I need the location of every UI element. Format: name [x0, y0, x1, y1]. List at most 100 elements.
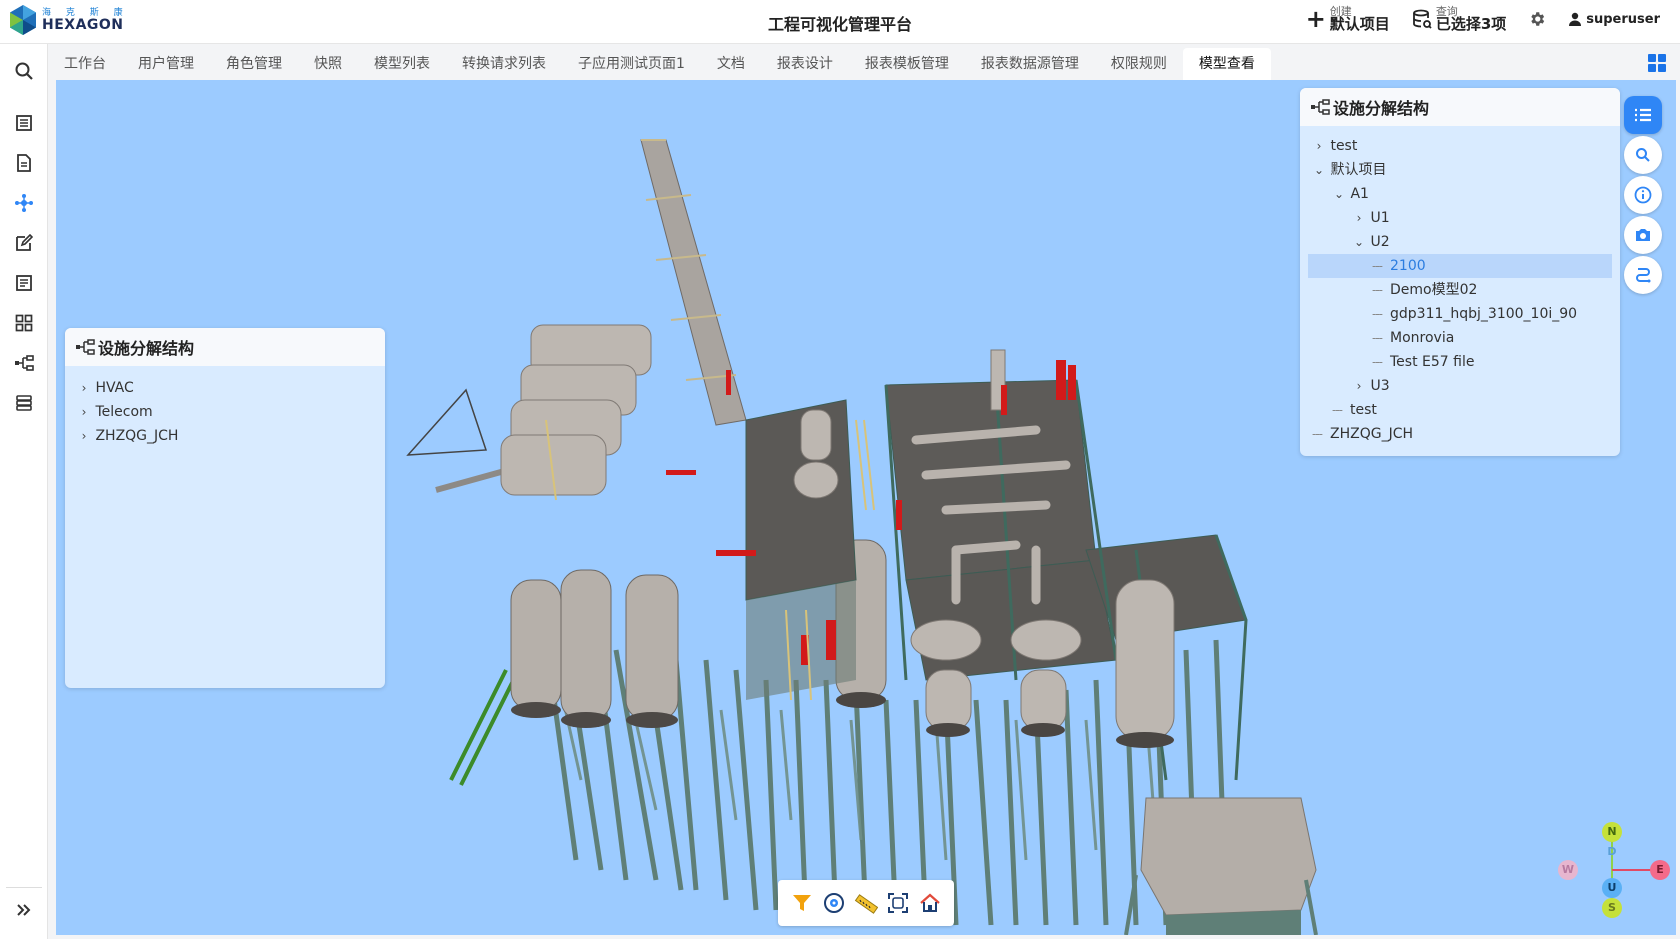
tab-report-templates[interactable]: 报表模板管理 [849, 48, 965, 80]
tree-node-default-project[interactable]: ⌄ 默认项目 [1308, 158, 1612, 182]
compass-east[interactable]: E [1650, 860, 1670, 880]
hexagon-logo-mark [8, 4, 38, 36]
right-fbs-panel: 设施分解结构 › test ⌄ 默认项目 ⌄ A1 › U1 ⌄ U2 --- 2… [1300, 88, 1620, 456]
tree-panel-button[interactable] [1624, 96, 1662, 134]
compass-up[interactable]: U [1602, 878, 1622, 898]
compass-north[interactable]: N [1602, 822, 1622, 842]
list-icon [1635, 108, 1651, 122]
tree-node-test-e57[interactable]: --- Test E57 file [1308, 350, 1612, 374]
chevron-down-icon[interactable]: ⌄ [1332, 182, 1346, 206]
user-icon [1569, 13, 1582, 27]
tab-user-management[interactable]: 用户管理 [122, 48, 210, 80]
database-icon[interactable] [12, 391, 36, 415]
tab-conversion-requests[interactable]: 转换请求列表 [446, 48, 562, 80]
search-button[interactable] [1624, 136, 1662, 174]
route-button[interactable] [1624, 256, 1662, 294]
tab-workbench[interactable]: 工作台 [48, 48, 122, 80]
chevron-down-icon[interactable]: ⌄ [1352, 230, 1366, 254]
sidebar [0, 44, 48, 939]
tree-node-zhzqg[interactable]: --- ZHZQG_JCH [1308, 422, 1612, 446]
viewer-toolbar [778, 880, 954, 926]
camera-icon [1636, 229, 1650, 241]
tree-node-zhzqg[interactable]: › ZHZQG_JCH [77, 424, 385, 448]
tree-node-telecom[interactable]: › Telecom [77, 400, 385, 424]
tab-model-list[interactable]: 模型列表 [358, 48, 446, 80]
compass-down[interactable]: D [1602, 842, 1622, 862]
plus-icon: + [1305, 5, 1326, 34]
user-name: superuser [1586, 11, 1660, 27]
visibility-button[interactable] [821, 890, 847, 916]
chevron-right-icon[interactable]: › [1312, 134, 1326, 158]
chevron-right-icon[interactable]: › [1352, 206, 1366, 230]
tree-node-demo02[interactable]: --- Demo模型02 [1308, 278, 1612, 302]
left-panel-title: 设施分解结构 [98, 339, 195, 358]
tree-node-gdp311[interactable]: --- gdp311_hqbj_3100_10i_90 [1308, 302, 1612, 326]
create-project-button[interactable]: + 创建 默认项目 [1306, 6, 1390, 33]
list-icon[interactable] [12, 111, 36, 135]
right-panel-title: 设施分解结构 [1333, 99, 1430, 118]
search-icon [1636, 148, 1650, 162]
tree-node-u1[interactable]: › U1 [1308, 206, 1612, 230]
compass-south[interactable]: S [1602, 898, 1622, 918]
apps-icon[interactable] [12, 311, 36, 335]
user-menu[interactable]: superuser [1568, 12, 1660, 27]
info-icon [1634, 186, 1652, 204]
tab-model-viewer[interactable]: 模型查看 [1182, 48, 1271, 80]
hexagon-logo[interactable]: 海 克 斯 康 HEXAGON [8, 4, 129, 36]
report-icon[interactable] [12, 271, 36, 295]
model-3d-viewport[interactable]: 设施分解结构 › HVAC › Telecom › ZHZQG_JCH 设施分解… [56, 80, 1676, 935]
tree-node-2100[interactable]: --- 2100 [1308, 254, 1612, 278]
tree-node-u2[interactable]: ⌄ U2 [1308, 230, 1612, 254]
query-button[interactable]: 查询 已选择3项 [1412, 6, 1506, 33]
chevron-right-icon[interactable]: › [1352, 374, 1366, 398]
home-view-button[interactable] [917, 890, 943, 916]
tab-report-datasources[interactable]: 报表数据源管理 [965, 48, 1095, 80]
tab-snapshot[interactable]: 快照 [298, 48, 358, 80]
tab-role-management[interactable]: 角色管理 [210, 48, 298, 80]
measure-icon [854, 894, 878, 914]
apps-grid-icon[interactable] [1648, 54, 1666, 72]
chevron-right-icon[interactable]: › [77, 400, 91, 424]
tree-node-hvac[interactable]: › HVAC [77, 376, 385, 400]
tab-subapp-test[interactable]: 子应用测试页面1 [562, 48, 701, 80]
eye-icon [824, 893, 844, 913]
fit-view-button[interactable] [885, 890, 911, 916]
tab-bar: 工作台 用户管理 角色管理 快照 模型列表 转换请求列表 子应用测试页面1 文档… [48, 44, 1271, 80]
chevron-down-icon[interactable]: ⌄ [1312, 158, 1326, 182]
filter-icon [793, 895, 811, 911]
filter-button[interactable] [789, 890, 815, 916]
tab-permission-rules[interactable]: 权限规则 [1095, 48, 1183, 80]
tab-documents[interactable]: 文档 [701, 48, 761, 80]
fit-view-icon [888, 893, 908, 913]
right-panel-header: 设施分解结构 [1300, 88, 1620, 126]
database-icon [1412, 9, 1432, 30]
tree-node-test[interactable]: › test [1308, 134, 1612, 158]
tree-node-a1[interactable]: ⌄ A1 [1308, 182, 1612, 206]
settings-button[interactable] [1528, 10, 1546, 28]
route-icon [1636, 268, 1651, 283]
hierarchy-icon [76, 339, 95, 355]
tree-node-monrovia[interactable]: --- Monrovia [1308, 326, 1612, 350]
tree-node-u3[interactable]: › U3 [1308, 374, 1612, 398]
app-header: 海 克 斯 康 HEXAGON 工程可视化管理平台 + 创建 默认项目 查询 已… [0, 0, 1680, 44]
navigation-cube[interactable]: N D E W U S [1556, 820, 1676, 920]
query-selection: 已选择3项 [1435, 15, 1507, 33]
left-fbs-panel: 设施分解结构 › HVAC › Telecom › ZHZQG_JCH [65, 328, 385, 688]
left-panel-header: 设施分解结构 [65, 328, 385, 366]
compass-west[interactable]: W [1558, 860, 1578, 880]
search-icon[interactable] [12, 59, 36, 83]
measure-button[interactable] [853, 890, 879, 916]
tab-report-design[interactable]: 报表设计 [761, 48, 849, 80]
edit-icon[interactable] [12, 231, 36, 255]
model-icon[interactable] [12, 191, 36, 215]
logo-en-text: HEXAGON [42, 16, 124, 33]
tree-node-test-sub[interactable]: --- test [1308, 398, 1612, 422]
chevron-right-icon[interactable]: › [77, 376, 91, 400]
double-chevron-right-icon[interactable] [12, 898, 36, 922]
document-icon[interactable] [12, 151, 36, 175]
chevron-right-icon[interactable]: › [77, 424, 91, 448]
snapshot-button[interactable] [1624, 216, 1662, 254]
hierarchy-icon[interactable] [12, 351, 36, 375]
info-button[interactable] [1624, 176, 1662, 214]
sidebar-divider [6, 887, 42, 888]
